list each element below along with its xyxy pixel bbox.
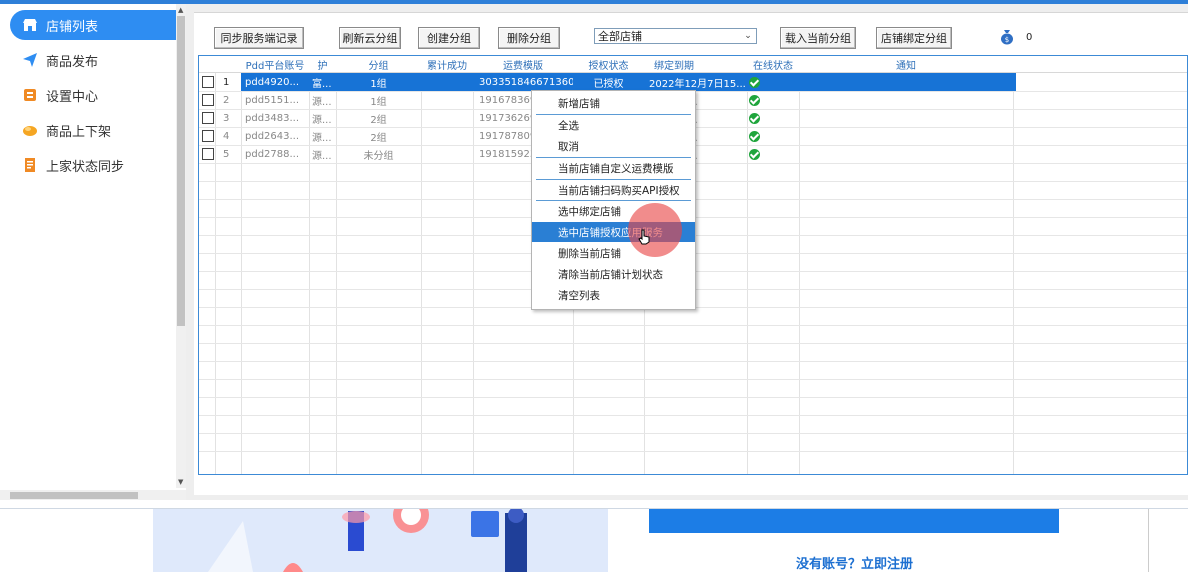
send-icon — [22, 52, 38, 68]
refresh-groups-button[interactable]: 刷新云分组 — [339, 27, 401, 49]
scrollbar-thumb[interactable] — [10, 492, 138, 499]
table-row[interactable]: 1 pdd4920... 富... 1组 303351846671360 已授权… — [199, 73, 1187, 91]
cell-freight: 303351846671360 — [479, 76, 573, 88]
cell-account: pdd2643... — [245, 130, 300, 142]
col-header-expiry[interactable]: 绑定到期 — [644, 56, 704, 72]
background-window: 没有账号？立即注册 — [0, 508, 1188, 572]
hand-cursor-icon — [638, 229, 650, 245]
cell-maintainer: 源... — [312, 96, 332, 108]
cell-group: 1组 — [370, 78, 387, 90]
menu-item-clear-plan[interactable]: 清除当前店铺计划状态 — [532, 264, 695, 284]
scrollbar-thumb[interactable] — [177, 16, 185, 326]
money-bag-icon: $ — [1000, 29, 1014, 45]
row-checkbox[interactable] — [202, 112, 214, 124]
row-number: 5 — [223, 148, 230, 160]
store-filter-select[interactable]: 全部店铺 ⌄ — [594, 28, 757, 44]
sidebar-item-product-publish[interactable]: 商品发布 — [10, 45, 176, 75]
cell-group: 未分组 — [363, 150, 394, 162]
col-header-group[interactable]: 分组 — [336, 56, 421, 72]
col-header-success[interactable]: 累计成功 — [421, 56, 473, 72]
sidebar-item-status-sync[interactable]: 上家状态同步 — [10, 150, 176, 180]
row-number: 4 — [223, 130, 230, 142]
sidebar-item-label: 上家状态同步 — [46, 159, 125, 175]
shelf-icon — [22, 122, 38, 138]
chevron-down-icon[interactable]: ⌄ — [742, 29, 754, 43]
sidebar-horizontal-scrollbar[interactable] — [0, 490, 186, 500]
col-header-notify[interactable]: 通知 — [799, 56, 1013, 72]
sync-records-button[interactable]: 同步服务端记录 — [214, 27, 304, 49]
cell-online — [749, 109, 765, 127]
sidebar-item-settings[interactable]: 设置中心 — [10, 80, 176, 110]
scroll-down-icon[interactable]: ▼ — [178, 478, 183, 486]
sync-icon — [22, 157, 38, 173]
sidebar-vertical-scrollbar[interactable]: ▲ ▼ — [176, 4, 186, 488]
menu-item-select-all[interactable]: 全选 — [532, 115, 695, 135]
scroll-up-icon[interactable]: ▲ — [178, 6, 183, 14]
balance-count: 0 — [1026, 32, 1033, 43]
cell-online — [749, 127, 765, 145]
table-header: Pdd平台账号 护 分组 累计成功 运费模版 授权状态 绑定到期 在线状态 通知 — [199, 56, 1187, 73]
sidebar-item-label: 商品发布 — [46, 54, 99, 70]
cell-maintainer: 源... — [312, 114, 332, 126]
load-group-button[interactable]: 载入当前分组 — [780, 27, 856, 49]
cell-expiry: 2022年12月7日15... — [649, 78, 745, 90]
check-circle-icon — [749, 94, 760, 106]
cell-group: 1组 — [370, 96, 387, 108]
col-header-freight[interactable]: 运费模版 — [473, 56, 573, 72]
cell-online — [749, 145, 765, 163]
cell-maintainer: 富... — [312, 78, 332, 90]
sidebar-item-label: 设置中心 — [46, 89, 99, 105]
cell-account: pdd5151... — [245, 94, 300, 106]
col-header-online[interactable]: 在线状态 — [747, 56, 799, 72]
menu-item-cancel[interactable]: 取消 — [532, 136, 695, 156]
delete-group-button[interactable]: 删除分组 — [498, 27, 560, 49]
cell-maintainer: 源... — [312, 150, 332, 162]
menu-item-buy-api-auth[interactable]: 当前店铺扫码购买API授权 — [532, 180, 695, 200]
row-number: 3 — [223, 112, 230, 124]
click-indicator — [628, 203, 682, 257]
create-group-button[interactable]: 创建分组 — [418, 27, 480, 49]
check-circle-icon — [749, 76, 760, 88]
settings-icon — [22, 87, 38, 103]
check-circle-icon — [749, 130, 760, 142]
sidebar-item-label: 店铺列表 — [46, 19, 99, 35]
register-link[interactable]: 没有账号？立即注册 — [796, 553, 913, 572]
menu-item-add-store[interactable]: 新增店铺 — [532, 93, 695, 113]
cell-account: pdd4920... — [245, 76, 300, 88]
check-circle-icon — [749, 148, 760, 160]
row-checkbox[interactable] — [202, 76, 214, 88]
cell-group: 2组 — [370, 114, 387, 126]
cell-account: pdd2788... — [245, 148, 300, 160]
menu-item-clear-list[interactable]: 清空列表 — [532, 285, 695, 305]
cell-account: pdd3483... — [245, 112, 300, 124]
cell-online — [749, 91, 765, 109]
row-checkbox[interactable] — [202, 148, 214, 160]
col-header-account[interactable]: Pdd平台账号 — [241, 56, 309, 72]
col-header-maintainer[interactable]: 护 — [309, 56, 336, 72]
col-header-auth[interactable]: 授权状态 — [573, 56, 644, 72]
sidebar-item-store-list[interactable]: 店铺列表 — [10, 10, 176, 40]
bind-group-button[interactable]: 店铺绑定分组 — [876, 27, 952, 49]
sidebar-item-shelf[interactable]: 商品上下架 — [10, 115, 176, 145]
window-edge — [1148, 509, 1188, 572]
cell-auth: 已授权 — [593, 78, 624, 90]
row-checkbox[interactable] — [202, 130, 214, 142]
menu-item-custom-freight[interactable]: 当前店铺自定义运费模版 — [532, 158, 695, 178]
store-icon — [22, 17, 38, 33]
cell-maintainer: 源... — [312, 132, 332, 144]
login-button[interactable] — [649, 509, 1059, 533]
row-checkbox[interactable] — [202, 94, 214, 106]
sidebar: 店铺列表 商品发布 设置中心 商品上下架 上家状态同步 — [0, 4, 176, 488]
row-number: 2 — [223, 94, 230, 106]
row-number: 1 — [223, 76, 230, 88]
illustration — [153, 509, 608, 572]
sidebar-item-label: 商品上下架 — [46, 124, 112, 140]
cell-group: 2组 — [370, 132, 387, 144]
check-circle-icon — [749, 112, 760, 124]
store-filter-value: 全部店铺 — [598, 30, 642, 43]
context-menu: 新增店铺 全选 取消 当前店铺自定义运费模版 当前店铺扫码购买API授权 选中绑… — [531, 90, 696, 310]
svg-text:$: $ — [1005, 36, 1009, 44]
cell-online — [749, 73, 765, 91]
